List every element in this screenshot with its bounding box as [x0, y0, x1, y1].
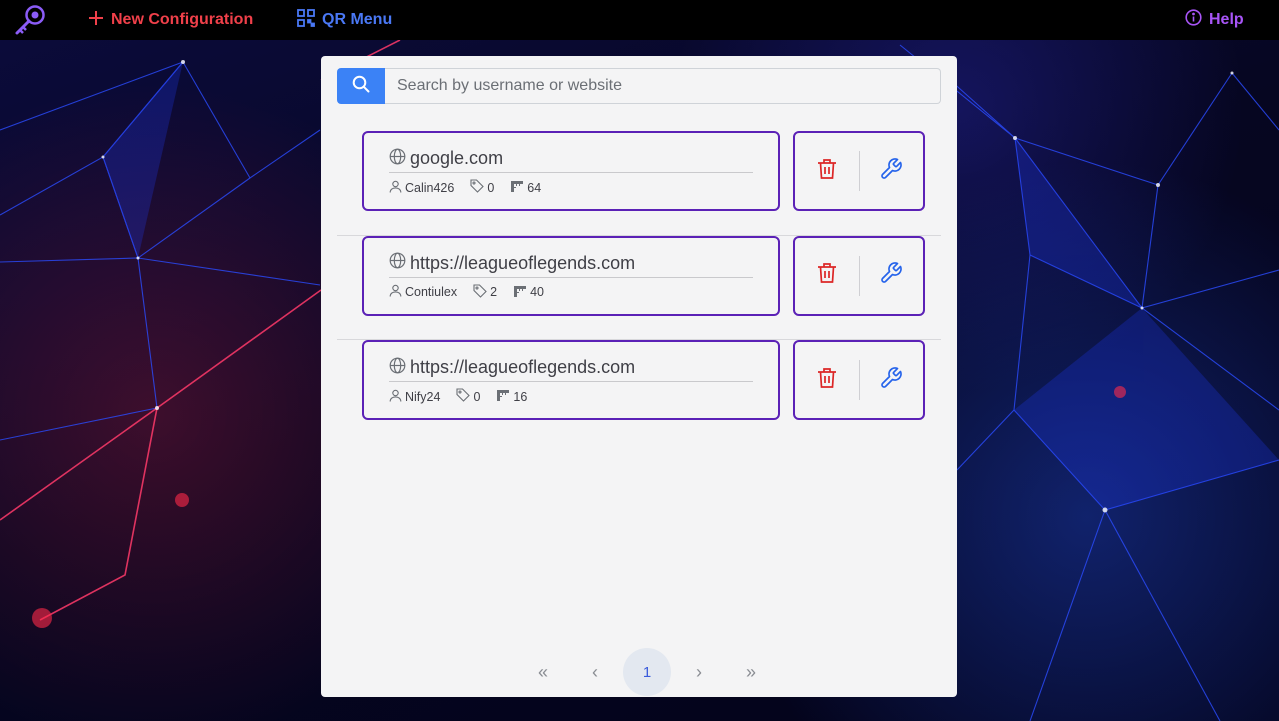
globe-icon [389, 148, 406, 170]
edit-button[interactable] [860, 133, 924, 209]
ruler-icon [513, 284, 527, 301]
top-navbar: New Configuration QR Menu Help [0, 0, 1279, 40]
user-icon [389, 180, 402, 196]
page-1-button[interactable]: 1 [623, 648, 671, 696]
wrench-icon [879, 366, 903, 395]
credential-list: google.com Calin426 0 64 https://leagueo… [337, 131, 941, 445]
credentials-panel: google.com Calin426 0 [321, 56, 957, 697]
list-item: google.com Calin426 0 64 [337, 131, 941, 236]
delete-button[interactable] [795, 238, 859, 314]
search-button[interactable] [337, 68, 385, 104]
trash-icon [817, 367, 837, 394]
edit-button[interactable] [860, 238, 924, 314]
search-input[interactable] [385, 68, 941, 104]
trash-icon [817, 262, 837, 289]
credential-meta: Calin426 0 64 [389, 179, 557, 196]
tag-icon [456, 388, 471, 405]
search-bar [337, 68, 941, 104]
qr-menu-label: QR Menu [322, 11, 393, 28]
help-button[interactable]: Help [1185, 0, 1244, 40]
qr-code-icon [297, 8, 315, 32]
user-icon [389, 284, 402, 300]
username: Contiulex [405, 285, 458, 299]
new-configuration-label: New Configuration [111, 11, 254, 28]
site-name: https://leagueoflegends.com [410, 357, 636, 377]
next-page-button[interactable]: › [673, 648, 725, 696]
site-row: https://leagueoflegends.com [389, 354, 753, 382]
ruler-icon [510, 179, 524, 196]
credential-meta: Contiulex 2 40 [389, 283, 560, 301]
credential-card[interactable]: https://leagueoflegends.com Nify24 0 16 [362, 340, 780, 420]
prev-page-button[interactable]: ‹ [569, 648, 621, 696]
credential-actions [793, 131, 925, 211]
list-item: https://leagueoflegends.com Contiulex 2 [337, 235, 941, 340]
password-length: 64 [527, 180, 542, 195]
tag-count: 0 [473, 389, 481, 404]
credential-card[interactable]: https://leagueoflegends.com Contiulex 2 [362, 235, 780, 316]
pagination: « ‹ 1 › » [517, 648, 777, 696]
password-length: 16 [513, 389, 528, 404]
globe-icon [389, 357, 406, 379]
site-name: google.com [410, 148, 504, 168]
credential-card[interactable]: google.com Calin426 0 64 [362, 131, 780, 211]
username: Calin426 [405, 180, 455, 195]
delete-button[interactable] [795, 133, 859, 209]
last-page-button[interactable]: » [725, 648, 777, 696]
qr-menu-button[interactable]: QR Menu [297, 0, 392, 40]
trash-icon [817, 158, 837, 185]
new-configuration-button[interactable]: New Configuration [88, 0, 253, 40]
ruler-icon [496, 388, 510, 405]
tag-count: 2 [490, 285, 498, 299]
delete-button[interactable] [795, 342, 859, 418]
search-icon [352, 75, 370, 98]
first-page-button[interactable]: « [517, 648, 569, 696]
info-icon [1185, 9, 1202, 31]
credential-actions [793, 340, 925, 420]
globe-icon [389, 252, 406, 274]
site-row: https://leagueoflegends.com [389, 250, 753, 278]
list-item: https://leagueoflegends.com Nify24 0 16 [337, 340, 941, 445]
tag-icon [470, 179, 485, 196]
wrench-icon [879, 261, 903, 290]
password-length: 40 [530, 285, 544, 299]
username: Nify24 [405, 389, 441, 404]
wrench-icon [879, 157, 903, 186]
credential-actions [793, 235, 925, 316]
user-icon [389, 389, 402, 405]
site-name: https://leagueoflegends.com [410, 252, 636, 273]
credential-meta: Nify24 0 16 [389, 388, 543, 405]
help-label: Help [1209, 11, 1244, 28]
site-row: google.com [389, 145, 753, 173]
plus-icon [88, 10, 104, 31]
key-icon[interactable] [13, 3, 49, 37]
tag-count: 0 [487, 180, 495, 195]
tag-icon [473, 283, 487, 301]
edit-button[interactable] [860, 342, 924, 418]
